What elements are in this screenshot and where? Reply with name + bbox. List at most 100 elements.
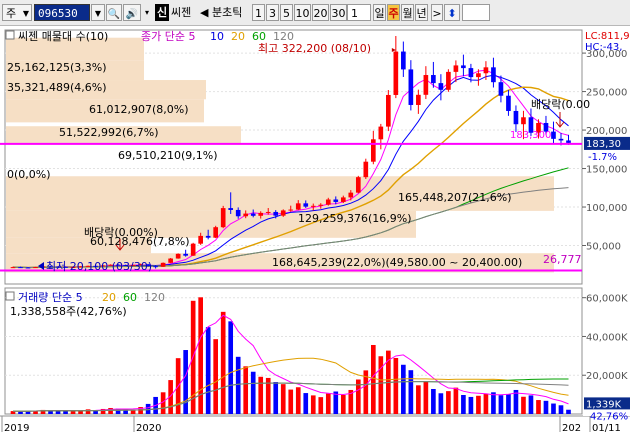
timeframe-button-2[interactable]: 월: [401, 4, 414, 21]
dividend-label-left: 배당락(0.00%): [84, 226, 158, 239]
search-icon: 🔍: [107, 9, 121, 20]
right-axis-background: [583, 26, 630, 416]
period-button-3[interactable]: 3: [266, 4, 279, 21]
volume-bar: [408, 370, 414, 414]
current-volume-label: 1,338,558주(42,76%): [10, 305, 127, 318]
candle-body: [18, 267, 23, 269]
volume-bar: [393, 357, 399, 414]
period-button-20[interactable]: 20: [312, 4, 329, 21]
timeframe-button-0[interactable]: 일: [373, 4, 386, 21]
dividend-label-right: 배당락(0.00: [531, 98, 590, 111]
count-input[interactable]: 1: [347, 4, 371, 21]
search-button[interactable]: 🔍: [106, 4, 122, 21]
stock-chart[interactable]: 300,000250,000200,000150,000100,00050,00…: [0, 26, 630, 437]
panel-toggle-box: [5, 30, 15, 40]
volume-bar: [220, 311, 226, 414]
candle-body: [506, 95, 511, 111]
candle-body: [295, 203, 301, 210]
period-button-10[interactable]: 10: [294, 4, 311, 21]
candle-body: [280, 210, 286, 216]
candle-body: [33, 267, 38, 269]
volume-bar: [378, 356, 384, 414]
market-select[interactable]: 주 ▼: [2, 4, 32, 21]
volume-bar: [325, 393, 331, 414]
volume-profile-label: 61,012,907(8,0%): [89, 103, 189, 116]
new-mode-button[interactable]: 신: [155, 4, 169, 21]
period-button-5[interactable]: 5: [280, 4, 293, 21]
chevron-down-icon: ▼: [22, 9, 29, 18]
volume-bar: [228, 321, 234, 414]
low-price-label: 최저 20,100 (03/30): [46, 260, 152, 273]
volume-bar: [468, 396, 474, 414]
candle-body: [468, 68, 474, 78]
volume-bar: [491, 392, 496, 414]
chart-toolbar: 주 ▼ 096530 ▼ 🔍 🔊 ▾ 신 씨젠 ◀ 분초틱 1 > ⬍ 1351…: [0, 0, 630, 26]
volume-bar: [295, 387, 301, 414]
timeframe-button-1[interactable]: 주: [387, 4, 400, 21]
candle-body: [393, 51, 399, 95]
volume-bar: [235, 356, 241, 414]
candle-body: [370, 139, 376, 162]
volume-toggle-box: [5, 291, 15, 301]
candle-body: [220, 208, 226, 228]
volume-ma-legend-period: 60: [123, 291, 137, 304]
candle-body: [168, 258, 173, 263]
volume-bar: [423, 381, 429, 414]
x-axis-label: 2020: [136, 423, 161, 434]
candle-body: [521, 117, 526, 125]
candle-body: [408, 69, 414, 105]
current-price-value: 183,30: [586, 139, 621, 150]
volume-bar: [340, 395, 346, 414]
candle-body: [476, 73, 481, 78]
candle-body: [438, 83, 444, 90]
stock-code-input[interactable]: 096530: [34, 4, 90, 21]
volume-tick-label: 20,000K: [586, 371, 628, 382]
current-volume-percent: 42,76%: [590, 411, 628, 422]
candle-body: [431, 75, 436, 84]
candle-body: [348, 192, 354, 198]
volume-bar: [280, 384, 286, 414]
next-button[interactable]: >: [431, 4, 443, 21]
stock-name: 씨젠: [171, 6, 192, 19]
volume-tick-label: 60,000K: [586, 294, 628, 305]
volume-bar: [483, 393, 489, 414]
volume-bar: [318, 397, 324, 414]
stock-name-icon[interactable]: ▾: [142, 4, 152, 21]
candle-body: [333, 199, 339, 202]
volume-bar: [461, 395, 466, 414]
candle-body: [198, 235, 203, 244]
candle-body: [10, 267, 16, 269]
candle-body: [310, 205, 316, 207]
toolbar-blank-input[interactable]: [462, 4, 490, 21]
volume-bar: [536, 400, 541, 414]
hc-label: HC:-43,: [585, 42, 622, 53]
interval-selector[interactable]: ◀ 분초틱: [200, 4, 252, 21]
volume-bar: [243, 366, 249, 414]
volume-bar: [506, 394, 511, 414]
volume-profile-label: 35,321,489(4,6%): [7, 81, 107, 94]
volume-bar: [416, 385, 421, 414]
period-button-30[interactable]: 30: [330, 4, 347, 21]
price-tick-label: 100,000: [586, 203, 627, 214]
volume-bar: [70, 411, 76, 414]
candle-body: [243, 213, 249, 217]
x-axis-label: 01/11: [592, 423, 621, 434]
period-button-1[interactable]: 1: [252, 4, 265, 21]
box-level-label: 183,300: [510, 130, 551, 141]
volume-bar: [333, 391, 339, 414]
candle-body: [355, 177, 361, 193]
price-tick-label: 200,000: [586, 126, 627, 137]
x-axis-label: 202: [562, 423, 581, 434]
price-panel-title: 씨젠 매물대 수(10): [18, 30, 108, 43]
candle-body: [483, 67, 489, 74]
volume-bar: [370, 344, 376, 414]
timeframe-button-3[interactable]: 년: [415, 4, 428, 21]
updown-button[interactable]: ⬍: [444, 4, 460, 21]
volume-bar: [205, 327, 211, 414]
candle-body: [386, 94, 391, 127]
stock-dropdown-button[interactable]: ▼: [91, 4, 105, 21]
chart-area[interactable]: 300,000 250,000 200,000 150,000 100,000 50,00…: [0, 26, 630, 437]
volume-profile-label: 69,510,210(9,1%): [118, 149, 218, 162]
candle-body: [160, 262, 166, 267]
speaker-button[interactable]: 🔊: [123, 4, 141, 21]
